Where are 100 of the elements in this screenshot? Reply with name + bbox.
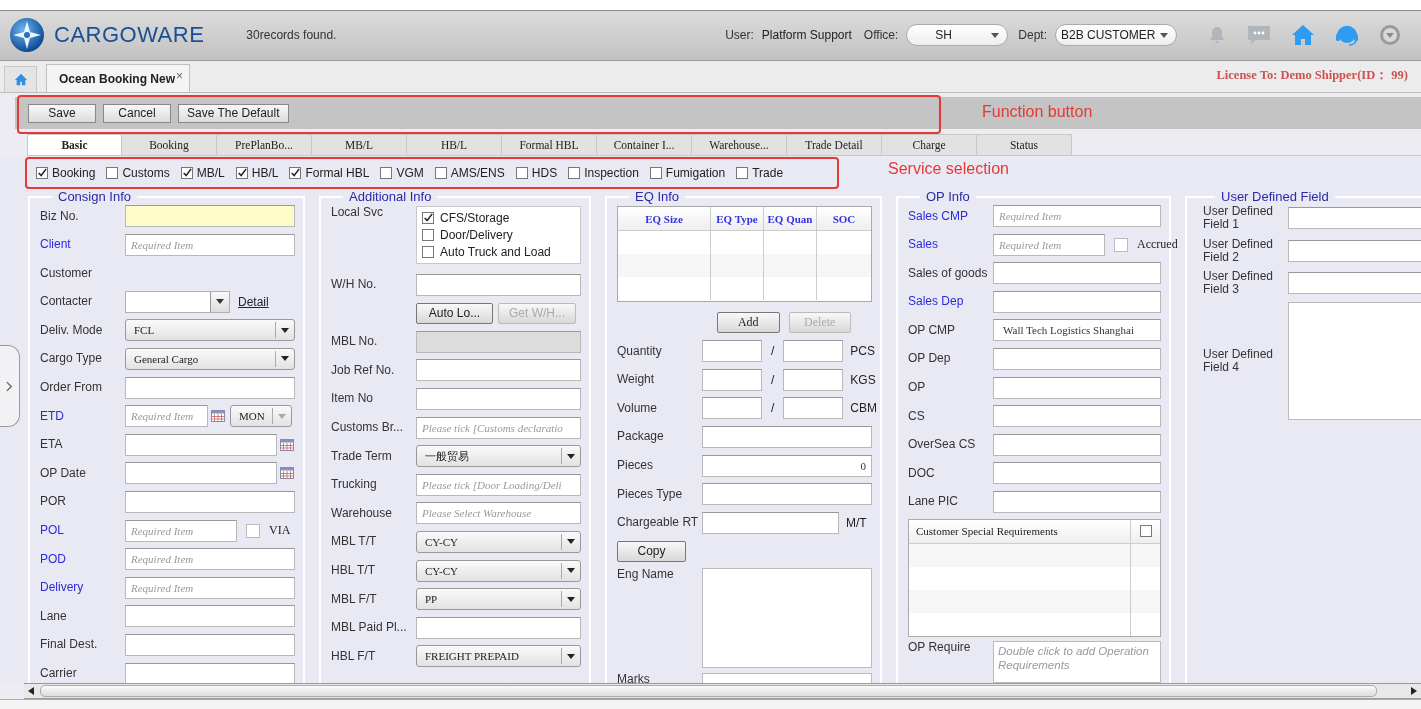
field-label: User Defined Field 3 (1203, 270, 1275, 297)
app-logo: CARGOWARE (54, 22, 205, 48)
field-label: Sales of goods (908, 266, 989, 280)
field-label: Delivery (40, 581, 85, 595)
status-text: 30records found. (246, 28, 337, 42)
field-label: Deliv. Mode (40, 323, 104, 337)
action-button[interactable]: Add (717, 312, 780, 334)
field-label: POL (40, 524, 65, 538)
form-tab[interactable]: Formal HBL (502, 134, 597, 155)
checkbox-label: AMS/ENS (450, 165, 505, 180)
text-field[interactable]: Please tick [Customs declaratio (416, 416, 581, 439)
field-label: Sales Dep (908, 295, 965, 309)
field-label: User Defined Field 2 (1203, 237, 1275, 264)
text-field[interactable]: Please Select Warehouse (416, 502, 581, 525)
checkbox-label: Door/Delivery (440, 228, 513, 242)
close-button[interactable]: × (176, 68, 184, 83)
date-field[interactable]: Required Item (125, 405, 208, 428)
field-label: POD (40, 552, 67, 566)
field-label: Item No (331, 392, 374, 406)
annotation-text: Service selection (888, 160, 1009, 178)
text-field[interactable]: Wall Tech Logistics Shanghai (993, 319, 1161, 342)
text-field[interactable]: Required Item (993, 205, 1161, 227)
action-button[interactable]: Auto Lo... (416, 302, 493, 324)
field-label: Cargo Type (40, 352, 103, 366)
field-label: Quantity (617, 344, 663, 358)
field-label: Weight (617, 373, 656, 387)
dropdown[interactable]: General Cargo (125, 347, 295, 370)
form-tab[interactable]: MB/L (312, 134, 407, 155)
field-label: ETD (40, 409, 65, 423)
checkbox-label: HDS (531, 165, 558, 180)
user-name: Platform Support (761, 28, 852, 42)
dept-dropdown[interactable]: B2B CUSTOMER (1055, 24, 1177, 46)
field-label: Lane PIC (908, 495, 960, 509)
field-label: MBL T/T (331, 535, 378, 549)
field-label: Volume (617, 401, 659, 415)
text-field[interactable]: Please tick [Door Loading/Deli (416, 473, 581, 496)
field-label: Sales (908, 238, 940, 252)
field-label: Final Dest. (40, 638, 99, 652)
dropdown[interactable]: MON (230, 405, 292, 428)
form-tab[interactable]: Warehouse... (692, 134, 787, 155)
checkbox-label: Fumigation (665, 165, 726, 180)
checkbox-label: HB/L (251, 165, 279, 180)
field-label: Customer (40, 266, 93, 280)
office-dropdown[interactable]: SH (906, 24, 1009, 46)
checkbox-label: Trade (752, 165, 784, 180)
form-tab[interactable]: HB/L (407, 134, 502, 155)
field-label: Pieces Type (617, 487, 684, 501)
text-field[interactable]: Required Item (125, 519, 237, 542)
field-label: Client (40, 238, 72, 252)
section-title: OP Info (925, 189, 971, 204)
dropdown[interactable]: 一般贸易 (416, 445, 581, 468)
checkbox-label: Accrued (1137, 237, 1178, 253)
dropdown[interactable]: FCL (125, 319, 295, 342)
field-label: ETA (40, 438, 64, 452)
number-field[interactable]: 0 (702, 454, 872, 477)
field-label: OP (908, 381, 927, 395)
form-tab[interactable]: PrePlanBo... (217, 134, 312, 155)
field-label: OP Date (40, 466, 87, 480)
column-header: Customer Special Requirements (909, 519, 1131, 543)
checkbox-label: VIA (269, 523, 291, 539)
field-label: Contacter (40, 295, 94, 309)
annotation-text: Function button (982, 103, 1093, 121)
text-field[interactable]: Required Item (125, 548, 295, 571)
copy-button[interactable]: Copy (617, 540, 686, 562)
field-label: Job Ref No. (331, 363, 396, 377)
form-tab[interactable]: Status (977, 134, 1072, 155)
column-header: EQ Size (618, 207, 711, 230)
section-title: User Defined Field (1220, 189, 1330, 204)
form-tab[interactable]: Basic (27, 134, 122, 155)
field-label: HBL F/T (331, 649, 377, 663)
document-tab[interactable]: Ocean Booking New× (46, 64, 191, 92)
field-label: Warehouse (331, 506, 393, 520)
field-label: MBL Paid Pl... (331, 621, 408, 635)
toolbar-button[interactable]: Cancel (103, 103, 171, 123)
toolbar-button[interactable]: Save (28, 103, 96, 123)
text-field[interactable]: Required Item (125, 233, 295, 256)
dropdown[interactable]: CY-CY (416, 530, 581, 553)
form-tab[interactable]: Charge (882, 134, 977, 155)
checkbox-label: MB/L (196, 165, 225, 180)
detail-link[interactable]: Detail (238, 294, 269, 309)
field-label: Chargeable RT (617, 516, 700, 530)
text-field[interactable]: Required Item (125, 576, 295, 599)
section-title: Additional Info (348, 189, 433, 204)
toolbar-button[interactable]: Save The Default (178, 103, 289, 123)
field-label: OP Require (908, 641, 972, 655)
field-label: Trucking (331, 478, 378, 492)
form-tab[interactable]: Trade Detail (787, 134, 882, 155)
form-tab[interactable]: Container I... (597, 134, 692, 155)
checkbox-label: Booking (52, 165, 96, 180)
field-label: Package (617, 430, 665, 444)
field-label: CS (908, 409, 926, 423)
dropdown[interactable]: CY-CY (416, 559, 581, 582)
field-label: Pieces (617, 459, 655, 473)
field-label: Marks (617, 672, 651, 683)
dropdown[interactable]: PP (416, 588, 581, 611)
field-label: Carrier (40, 667, 78, 680)
form-tab[interactable]: Booking (122, 134, 217, 155)
unit-label: KGS (850, 372, 876, 387)
dropdown[interactable]: FREIGHT PREPAID (416, 645, 581, 668)
text-field[interactable]: Required Item (993, 233, 1105, 256)
